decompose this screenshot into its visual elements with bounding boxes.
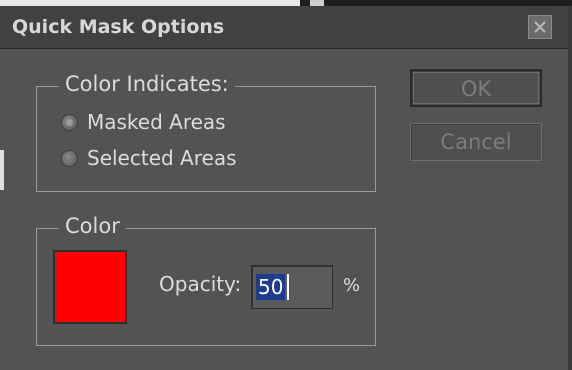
opacity-label: Opacity:: [159, 272, 242, 296]
dialog-title: Quick Mask Options: [12, 16, 225, 38]
text-caret: [287, 274, 289, 300]
close-button[interactable]: [528, 15, 552, 39]
percent-unit: %: [343, 275, 361, 296]
color-group: Color Opacity: 50 %: [36, 214, 376, 346]
color-indicates-legend: Color Indicates:: [59, 72, 235, 96]
selected-areas-label: Selected Areas: [87, 146, 237, 170]
selected-areas-option[interactable]: Selected Areas: [61, 146, 237, 170]
mask-color-swatch[interactable]: [53, 250, 127, 324]
cancel-button[interactable]: Cancel: [410, 123, 542, 161]
background-window-edge: [0, 150, 4, 190]
title-bar[interactable]: Quick Mask Options: [0, 6, 568, 49]
selected-areas-radio[interactable]: [61, 149, 78, 167]
masked-areas-label: Masked Areas: [87, 110, 226, 134]
masked-areas-radio[interactable]: [61, 113, 78, 131]
opacity-value: 50: [256, 274, 286, 300]
color-legend: Color: [59, 214, 126, 238]
ok-button[interactable]: OK: [410, 69, 542, 107]
opacity-input[interactable]: 50: [251, 265, 333, 309]
close-icon: [534, 21, 546, 33]
masked-areas-option[interactable]: Masked Areas: [61, 110, 226, 134]
quick-mask-options-dialog: Quick Mask Options Color Indicates: Mask…: [0, 6, 572, 370]
color-indicates-group: Color Indicates: Masked Areas Selected A…: [36, 72, 376, 192]
